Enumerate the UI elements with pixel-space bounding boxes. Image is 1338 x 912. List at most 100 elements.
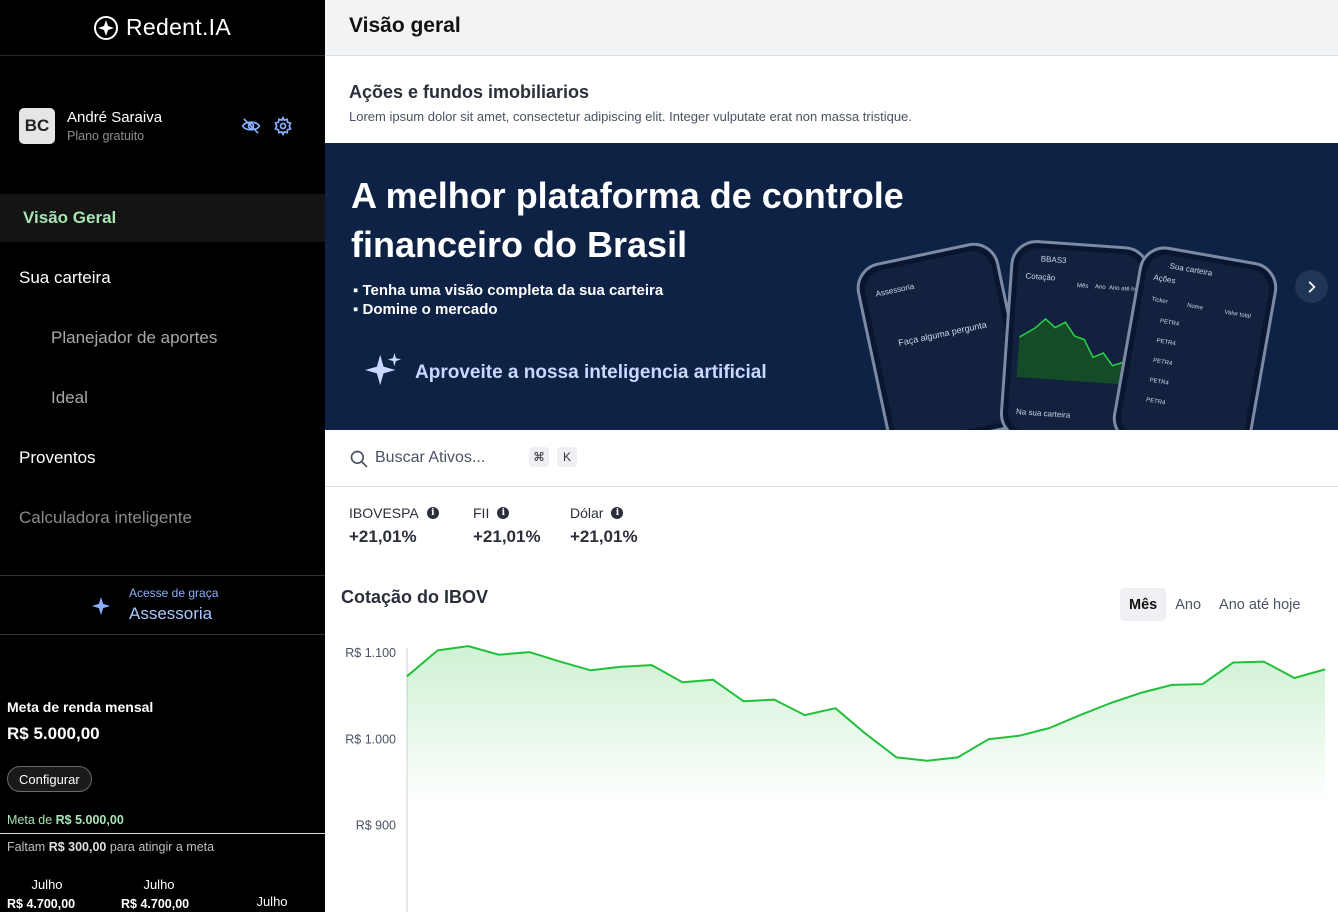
phone-text: Na sua carteira <box>1015 407 1071 420</box>
banner-bullet-text: Domine o mercado <box>362 301 498 318</box>
assessoria-label: Assessoria <box>129 604 213 623</box>
shortcut-key: K <box>557 447 577 467</box>
tab-month[interactable]: Mês <box>1120 588 1167 621</box>
nav-ideal[interactable]: Ideal <box>0 374 325 422</box>
data-point <box>651 664 653 666</box>
data-point <box>865 733 867 735</box>
banner-title: A melhor plataforma de controle financei… <box>351 171 904 269</box>
search-icon <box>350 450 368 468</box>
user-plan: Plano gratuito <box>67 129 145 143</box>
data-point <box>1324 668 1326 670</box>
index-value: +21,01% <box>570 527 638 546</box>
user-profile[interactable]: BC André Saraiva Plano gratuito <box>19 108 162 144</box>
eye-off-icon[interactable] <box>241 116 261 136</box>
phone-text: Nome <box>1186 302 1204 312</box>
gear-icon[interactable] <box>273 116 293 136</box>
banner-bullet-text: Tenha uma visão completa da sua carteira <box>362 282 664 299</box>
nav-earnings[interactable]: Proventos <box>0 434 325 482</box>
phone-text: BBAS3 <box>1040 254 1067 266</box>
goal-missing-suffix: para atingir a meta <box>109 840 215 854</box>
data-point <box>590 669 592 671</box>
nav-portfolio[interactable]: Sua carteira <box>0 254 325 302</box>
index-name: Dólar <box>570 505 604 521</box>
phone-text: PETR4 <box>1155 338 1177 348</box>
promo-banner[interactable]: A melhor plataforma de controle financei… <box>325 143 1338 430</box>
data-point <box>1018 735 1020 737</box>
data-point <box>1232 662 1234 663</box>
index-fii: FII i +21,01% <box>473 505 541 547</box>
banner-title-line1: A melhor plataforma de controle <box>351 175 904 216</box>
phone-text: Ações <box>1152 272 1177 286</box>
data-point <box>467 645 469 647</box>
nav-calculator[interactable]: Calculadora inteligente <box>0 494 325 542</box>
data-point <box>406 675 408 677</box>
phone-text: Faça alguma pergunta <box>897 319 988 348</box>
index-name: FII <box>473 505 490 521</box>
phone-text: PETR4 <box>1152 357 1173 368</box>
nav-planner[interactable]: Planejador de aportes <box>0 314 325 362</box>
info-icon[interactable]: i <box>611 507 624 519</box>
data-point <box>681 681 683 683</box>
range-tabs: Mês Ano Ano até hoje <box>1120 588 1309 621</box>
phone-text: Valor total <box>1223 309 1252 321</box>
data-point <box>834 707 836 709</box>
carousel-next-button[interactable] <box>1295 270 1328 303</box>
tab-year[interactable]: Ano <box>1166 588 1210 621</box>
sidebar: Redent.IA BC André Saraiva Plano gratuit… <box>0 0 325 912</box>
data-point <box>559 661 561 663</box>
index-value: +21,01% <box>473 527 541 546</box>
nav-overview[interactable]: Visão Geral <box>0 194 325 242</box>
goal-label: Meta de renda mensal <box>7 699 154 715</box>
goal-missing-value: R$ 300,00 <box>48 840 107 854</box>
data-point <box>896 756 898 758</box>
data-point <box>1140 692 1142 694</box>
index-name: IBOVESPA <box>349 505 419 521</box>
chart-title: Cotação do IBOV <box>341 587 489 607</box>
logo-text: Redent.IA <box>126 14 231 40</box>
data-point <box>957 756 959 758</box>
data-point <box>498 654 500 656</box>
month-label: Julho <box>256 894 288 909</box>
info-icon[interactable]: i <box>497 507 510 519</box>
banner-title-line2: financeiro do Brasil <box>351 224 688 265</box>
info-icon[interactable]: i <box>426 507 439 519</box>
assessoria-caption: Acesse de graça <box>129 586 219 600</box>
index-value: +21,01% <box>349 527 417 546</box>
data-point <box>1079 714 1081 716</box>
data-point <box>528 651 530 653</box>
y-tick-label: R$ 1.000 <box>345 732 396 746</box>
avatar: BC <box>19 108 55 144</box>
phone-text: Sua carteira <box>1168 261 1214 278</box>
data-point <box>987 738 989 740</box>
divider <box>0 833 325 834</box>
data-point <box>1293 677 1295 679</box>
logo-icon <box>94 15 118 40</box>
goal-meta-prefix: Meta de <box>7 813 53 827</box>
tab-ytd[interactable]: Ano até hoje <box>1210 588 1309 621</box>
data-point <box>1171 684 1173 686</box>
phone-text: PETR4 <box>1145 397 1166 407</box>
index-dolar: Dólar i +21,01% <box>570 505 638 547</box>
banner-ai-text: Aproveite a nossa inteligencia artificia… <box>415 362 767 383</box>
goal-value: R$ 5.000,00 <box>7 724 100 743</box>
sparkles-icon <box>365 352 402 386</box>
search-input[interactable]: Buscar Ativos... <box>375 449 485 467</box>
assessoria-link[interactable]: Acesse de graça Assessoria <box>0 575 325 635</box>
data-point <box>743 700 745 702</box>
phone-text: Ano <box>1094 284 1106 291</box>
data-point <box>620 666 622 668</box>
search-bar[interactable]: Buscar Ativos... ⌘ K <box>325 430 1338 487</box>
y-tick-label: R$ 900 <box>356 819 396 833</box>
phone-text: Ticker <box>1151 296 1169 306</box>
phone-text: PETR4 <box>1149 377 1170 387</box>
month-value: R$ 4.700,00 <box>121 897 190 911</box>
user-name: André Saraiva <box>67 109 163 126</box>
shortcut-key: ⌘ <box>529 447 549 467</box>
configure-button[interactable]: Configurar <box>7 766 92 792</box>
logo[interactable]: Redent.IA <box>0 0 325 56</box>
data-point <box>1110 702 1112 704</box>
index-ibovespa: IBOVESPA i +21,01% <box>349 505 439 547</box>
section-subtitle: Lorem ipsum dolor sit amet, consectetur … <box>349 109 912 124</box>
ibov-chart: R$ 1.100 R$ 1.000 R$ 900 <box>345 645 1326 912</box>
page-title: Visão geral <box>349 14 461 37</box>
